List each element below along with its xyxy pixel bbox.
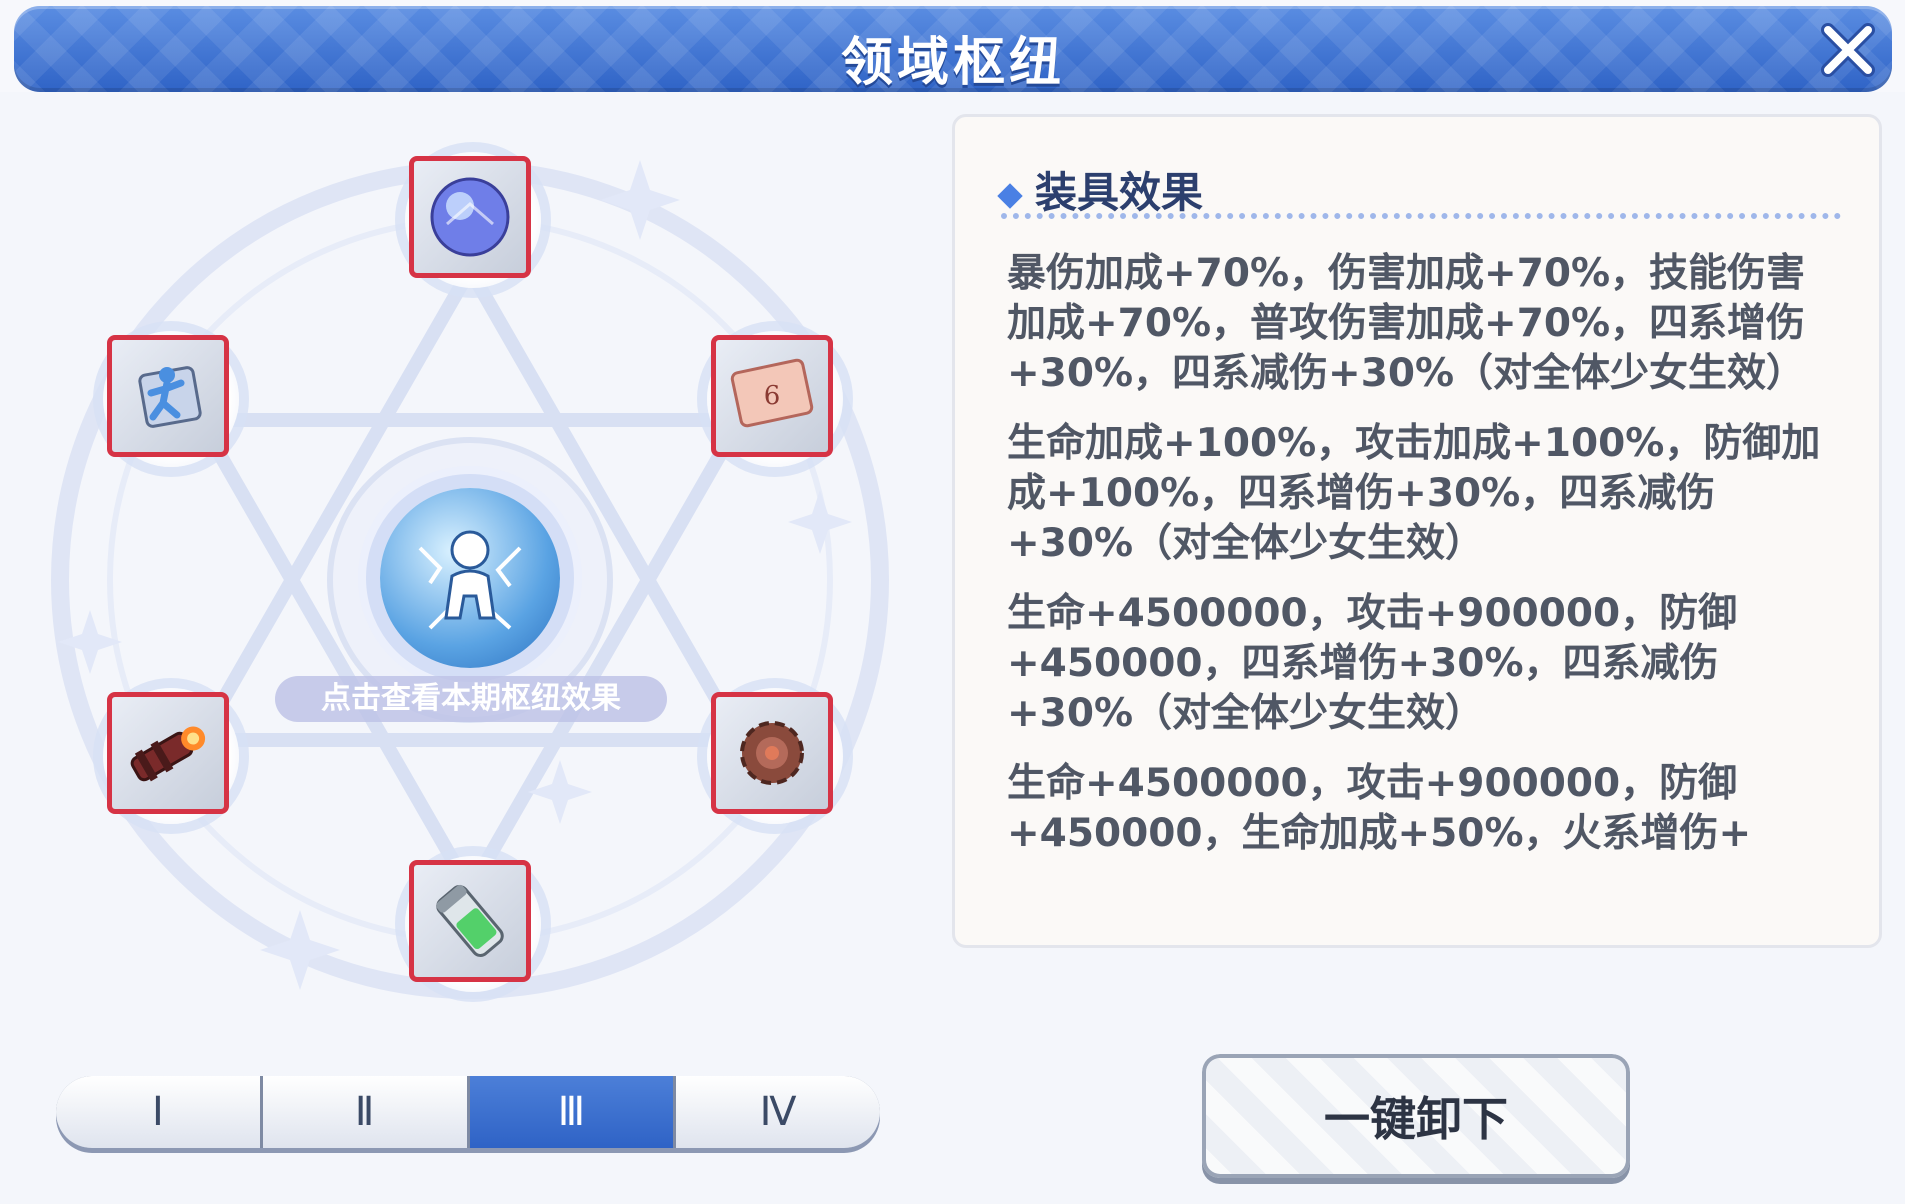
- dice-card-icon: 6: [730, 358, 814, 428]
- slot-frame: [409, 156, 531, 278]
- effect-line: 生命+4500000，攻击+900000，防御+450000，四系增伤+30%，…: [1007, 591, 1738, 736]
- close-icon[interactable]: [1818, 20, 1878, 80]
- dice-card-slot[interactable]: 6: [707, 331, 843, 467]
- rocket-cannon-slot[interactable]: [103, 688, 239, 824]
- effect-line: 生命+4500000，攻击+900000，防御+450000，生命加成+50%，…: [1007, 761, 1752, 856]
- electric-figure-icon: [418, 530, 522, 630]
- running-figure-icon: [138, 366, 202, 428]
- unequip-all-button[interactable]: 一键卸下: [1202, 1054, 1630, 1178]
- tier-tabs: Ⅰ Ⅱ Ⅲ Ⅳ: [56, 1076, 880, 1148]
- green-capsule-slot[interactable]: [405, 856, 541, 992]
- window-title: 领域枢纽: [840, 33, 1065, 93]
- crystal-orb-slot[interactable]: [405, 152, 541, 288]
- gear-slot[interactable]: [707, 688, 843, 824]
- effect-line: 生命加成+100%，攻击加成+100%，防御加成+100%，四系增伤+30%，四…: [1007, 421, 1821, 566]
- svg-text:6: 6: [764, 381, 781, 411]
- slot-frame: [409, 860, 531, 982]
- diamond-icon: [997, 182, 1023, 209]
- effects-list[interactable]: 暴伤加成+70%，伤害加成+70%，技能伤害加成+70%，普攻伤害加成+70%，…: [1007, 249, 1837, 939]
- equipment-effects-panel: 装具效果 暴伤加成+70%，伤害加成+70%，技能伤害加成+70%，普攻伤害加成…: [952, 114, 1882, 948]
- slot-frame: [711, 692, 833, 814]
- tab-tier-4[interactable]: Ⅳ: [676, 1076, 880, 1148]
- view-hub-effect-button[interactable]: 点击查看本期枢纽效果: [275, 676, 667, 722]
- effect-line: 暴伤加成+70%，伤害加成+70%，技能伤害加成+70%，普攻伤害加成+70%，…: [1007, 251, 1806, 396]
- tab-tier-1[interactable]: Ⅰ: [56, 1076, 263, 1148]
- dotted-divider: [1001, 213, 1841, 219]
- tab-tier-3[interactable]: Ⅲ: [469, 1076, 677, 1148]
- gear-icon: [740, 721, 804, 785]
- hub-core-button[interactable]: [380, 488, 560, 668]
- rocket-cannon-icon: [130, 726, 206, 782]
- slot-frame: 6: [711, 335, 833, 457]
- panel-heading-text: 装具效果: [1035, 168, 1204, 217]
- slot-frame: [107, 692, 229, 814]
- running-figure-slot[interactable]: [103, 331, 239, 467]
- panel-heading: 装具效果: [997, 159, 1204, 220]
- title-bar: 领域枢纽: [14, 6, 1892, 93]
- crystal-orb-icon: [430, 177, 510, 257]
- tab-tier-2[interactable]: Ⅱ: [262, 1076, 470, 1148]
- slot-frame: [107, 335, 229, 457]
- green-capsule-icon: [436, 884, 504, 957]
